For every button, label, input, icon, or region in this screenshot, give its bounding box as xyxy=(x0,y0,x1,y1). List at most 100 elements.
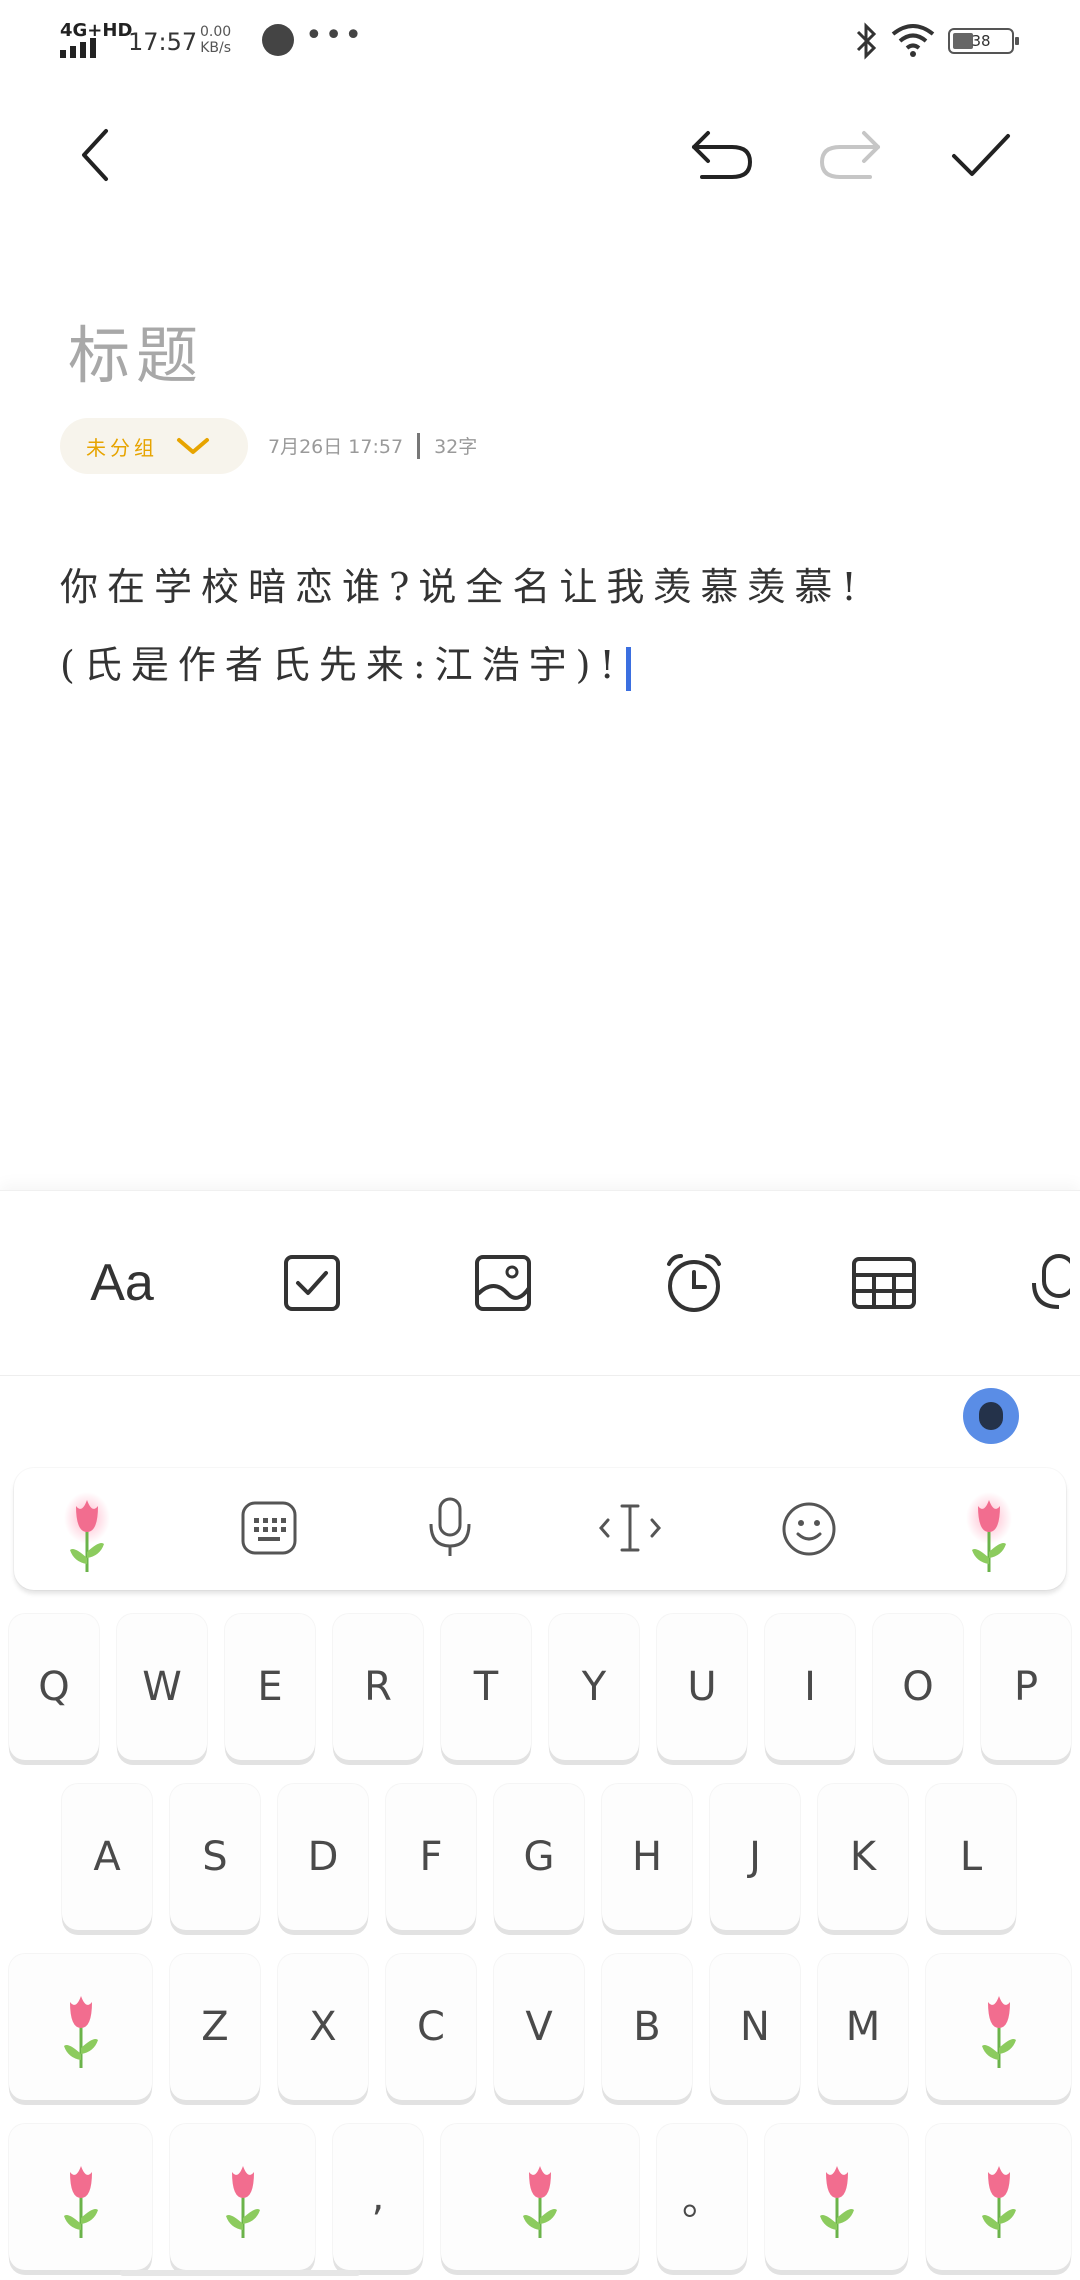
note-body[interactable]: 你在学校暗恋谁?说全名让我羡慕羡慕! (氏是作者氏先来:江浩宇)! xyxy=(60,548,1020,704)
check-icon xyxy=(952,134,1010,176)
tulip-icon xyxy=(64,1488,110,1578)
key-y[interactable]: Y xyxy=(549,1614,639,1760)
tulip-icon xyxy=(981,2166,1016,2238)
image-icon xyxy=(475,1255,531,1311)
back-button[interactable] xyxy=(56,115,136,195)
assistant-icon[interactable] xyxy=(963,1388,1019,1444)
done-button[interactable] xyxy=(941,115,1021,195)
alarm-icon xyxy=(667,1254,721,1312)
undo-button[interactable] xyxy=(681,115,761,195)
chevron-down-icon xyxy=(177,438,209,454)
key-g[interactable]: G xyxy=(494,1784,584,1930)
group-label: 未分组 xyxy=(86,435,158,460)
bluetooth-icon xyxy=(856,22,877,60)
key-q[interactable]: Q xyxy=(9,1614,99,1760)
period-key[interactable]: 。 xyxy=(657,2124,747,2270)
key-r[interactable]: R xyxy=(333,1614,423,1760)
key-x[interactable]: X xyxy=(278,1954,368,2100)
symbol-key[interactable] xyxy=(9,2124,152,2270)
cursor-icon xyxy=(599,1504,661,1552)
enter-key[interactable] xyxy=(926,2124,1071,2270)
tulip-icon xyxy=(523,2166,557,2238)
key-h[interactable]: H xyxy=(602,1784,692,1930)
key-k[interactable]: K xyxy=(818,1784,908,1930)
tulip-icon xyxy=(63,2166,98,2238)
emoji-icon xyxy=(782,1502,836,1556)
number-key[interactable] xyxy=(170,2124,315,2270)
key-o[interactable]: O xyxy=(873,1614,963,1760)
back-icon xyxy=(82,129,108,181)
gesture-handle xyxy=(120,2270,360,2276)
key-i[interactable]: I xyxy=(765,1614,855,1760)
insert-image-button[interactable] xyxy=(463,1243,543,1323)
tulip-icon xyxy=(63,1996,98,2068)
key-z[interactable]: Z xyxy=(170,1954,260,2100)
note-meta: 7月26日 17:57 32字 xyxy=(268,432,477,459)
key-w[interactable]: W xyxy=(117,1614,207,1760)
backspace-key[interactable] xyxy=(926,1954,1071,2100)
candidate-bar xyxy=(14,1468,1066,1590)
status-bar: 4G+HD 17:57 0.00 KB/s ••• 38 xyxy=(0,0,1080,80)
space-key[interactable] xyxy=(441,2124,639,2270)
checkbox-icon xyxy=(284,1255,340,1311)
key-u[interactable]: U xyxy=(657,1614,747,1760)
insert-table-button[interactable] xyxy=(844,1243,924,1323)
voice-input-button[interactable] xyxy=(424,1496,476,1564)
wifi-icon xyxy=(891,24,935,57)
body-line-2: (氏是作者氏先来:江浩宇)! xyxy=(60,643,624,687)
tulip-icon xyxy=(819,2166,854,2238)
keyboard-switch-button[interactable] xyxy=(240,1500,298,1560)
key-j[interactable]: J xyxy=(710,1784,800,1930)
mic-icon xyxy=(1032,1254,1070,1309)
group-selector[interactable]: 未分组 xyxy=(60,418,248,474)
status-time: 17:57 xyxy=(128,28,198,56)
key-l[interactable]: L xyxy=(926,1784,1016,1930)
meta-divider xyxy=(417,432,421,459)
format-toolbar: Aa xyxy=(0,1190,1080,1376)
key-a[interactable]: A xyxy=(62,1784,152,1930)
cursor-move-button[interactable] xyxy=(598,1502,662,1558)
speed-unit: KB/s xyxy=(200,40,231,56)
voice-note-button[interactable] xyxy=(1030,1243,1080,1323)
key-m[interactable]: M xyxy=(818,1954,908,2100)
body-line-2-wrap: (氏是作者氏先来:江浩宇)! xyxy=(60,626,1020,704)
key-v[interactable]: V xyxy=(494,1954,584,2100)
text-style-button[interactable]: Aa xyxy=(82,1243,162,1323)
key-t[interactable]: T xyxy=(441,1614,531,1760)
key-p[interactable]: P xyxy=(981,1614,1071,1760)
more-notifications: ••• xyxy=(305,18,365,53)
table-icon xyxy=(852,1257,916,1309)
key-c[interactable]: C xyxy=(386,1954,476,2100)
tulip-icon xyxy=(981,1996,1016,2068)
undo-icon xyxy=(692,131,753,179)
voice-icon xyxy=(262,24,294,56)
keyboard-icon xyxy=(241,1501,297,1555)
battery-icon: 38 xyxy=(948,28,1019,54)
key-e[interactable]: E xyxy=(225,1614,315,1760)
key-s[interactable]: S xyxy=(170,1784,260,1930)
tulip-icon xyxy=(225,2166,260,2238)
comma-key[interactable]: , xyxy=(333,2124,423,2270)
battery-level: 38 xyxy=(971,32,991,50)
note-date: 7月26日 17:57 xyxy=(268,436,404,458)
speed-value: 0.00 xyxy=(200,24,232,40)
word-count: 32字 xyxy=(434,436,478,458)
tulip-icon xyxy=(966,1488,1012,1578)
text-cursor xyxy=(625,646,631,691)
body-line-1: 你在学校暗恋谁?说全名让我羡慕羡慕! xyxy=(60,565,866,609)
key-b[interactable]: B xyxy=(602,1954,692,2100)
key-n[interactable]: N xyxy=(710,1954,800,2100)
title-input[interactable]: 标题 xyxy=(68,305,204,395)
checklist-button[interactable] xyxy=(272,1243,352,1323)
redo-button[interactable] xyxy=(811,115,891,195)
signal-icon xyxy=(60,38,96,58)
redo-icon xyxy=(819,131,880,179)
reminder-button[interactable] xyxy=(654,1243,734,1323)
language-key[interactable] xyxy=(765,2124,908,2270)
key-d[interactable]: D xyxy=(278,1784,368,1930)
network-speed: 0.00 KB/s xyxy=(200,24,231,56)
mic-icon xyxy=(429,1497,471,1556)
emoji-button[interactable] xyxy=(780,1500,838,1562)
key-f[interactable]: F xyxy=(386,1784,476,1930)
shift-key[interactable] xyxy=(9,1954,152,2100)
